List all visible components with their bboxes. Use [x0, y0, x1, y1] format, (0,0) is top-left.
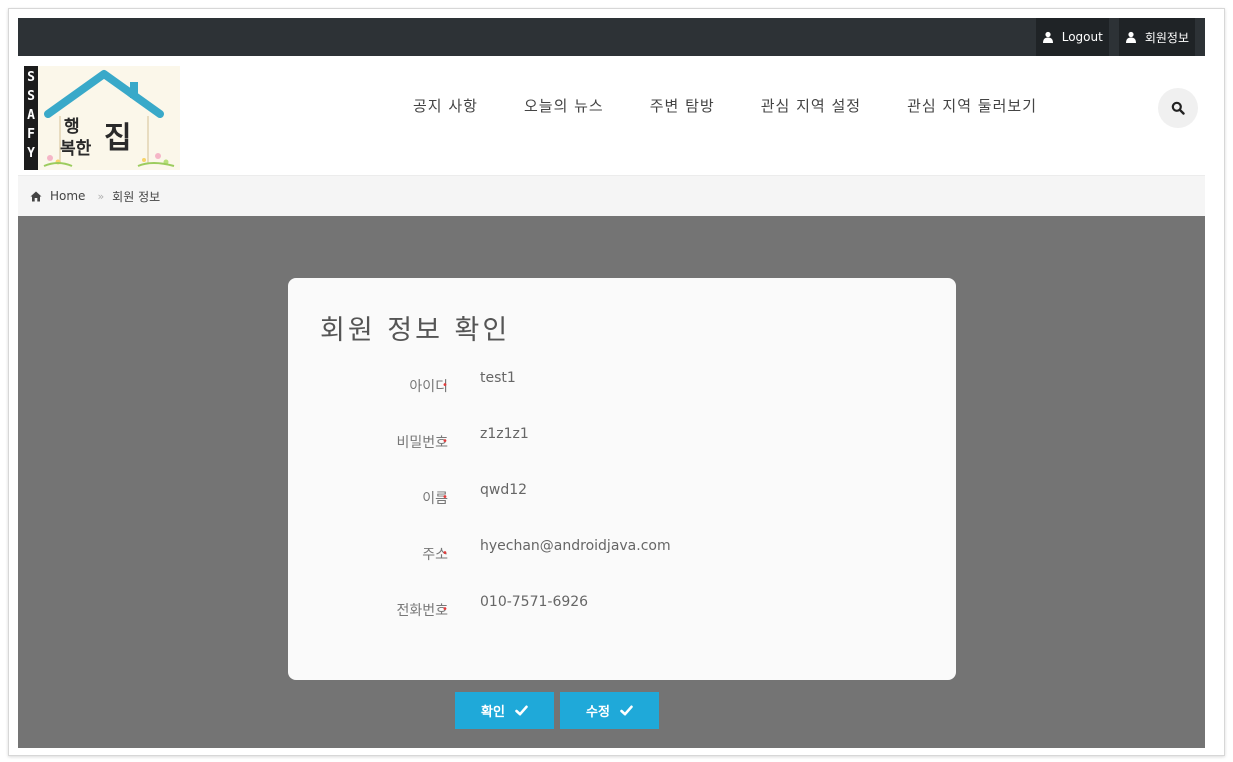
logout-label: Logout — [1061, 30, 1103, 44]
field-value: qwd12 — [480, 482, 528, 498]
breadcrumb-current: 회원 정보 — [112, 189, 161, 204]
breadcrumb: Home » 회원 정보 — [18, 176, 1205, 216]
brand-letter: A — [27, 108, 35, 123]
member-info-card: 회원 정보 확인 아이디 • test1 비밀번호 • z1z1z1 이름 • … — [288, 278, 956, 680]
home-icon — [30, 191, 42, 201]
field-value: hyechan@androidjava.com — [480, 538, 671, 554]
field-value: z1z1z1 — [480, 426, 529, 442]
field-row-password: 비밀번호 • z1z1z1 — [288, 426, 956, 456]
ssafy-brand-strip: S S A F Y — [24, 66, 38, 170]
nav-item-explore[interactable]: 주변 탐방 — [650, 95, 715, 116]
field-label: 전화번호 — [396, 603, 448, 619]
check-icon — [515, 705, 528, 716]
confirm-button-label: 확인 — [481, 705, 505, 720]
nav-item-news[interactable]: 오늘의 뉴스 — [524, 95, 604, 116]
field-label: 비밀번호 — [396, 435, 448, 451]
required-mark: • — [442, 436, 448, 447]
required-mark: • — [442, 604, 448, 615]
house-logo-image: 행 복한 집 — [38, 66, 180, 170]
member-info-link[interactable]: 회원정보 — [1118, 18, 1195, 56]
check-icon — [620, 705, 633, 716]
required-mark: • — [442, 492, 448, 503]
brand-letter: F — [27, 127, 35, 142]
search-icon — [1171, 101, 1185, 115]
nav-item-notice[interactable]: 공지 사항 — [413, 95, 478, 116]
house-text-big: 집 — [104, 121, 132, 156]
field-row-name: 이름 • qwd12 — [288, 482, 956, 512]
top-bar: Logout 회원정보 — [18, 18, 1205, 56]
house-text-line2: 복한 — [60, 139, 92, 159]
edit-button[interactable]: 수정 — [560, 692, 659, 729]
field-value: test1 — [480, 370, 516, 386]
breadcrumb-home[interactable]: Home — [30, 189, 85, 203]
content-area: 회원 정보 확인 아이디 • test1 비밀번호 • z1z1z1 이름 • … — [18, 216, 1205, 748]
house-text-line1: 행 — [64, 117, 80, 137]
header: S S A F Y 행 복한 집 공지 사항 오늘의 뉴스 주변 탐방 관심 지… — [18, 56, 1205, 176]
field-value: 010-7571-6926 — [480, 594, 589, 610]
user-icon — [1125, 31, 1136, 43]
required-mark: • — [442, 380, 448, 391]
brand-letter: Y — [27, 146, 35, 161]
field-row-phone: 전화번호 • 010-7571-6926 — [288, 594, 956, 624]
nav-item-interest-browse[interactable]: 관심 지역 둘러보기 — [907, 95, 1037, 116]
site-logo[interactable]: S S A F Y 행 복한 집 — [24, 66, 180, 170]
page-title: 회원 정보 확인 — [320, 315, 511, 346]
field-row-id: 아이디 • test1 — [288, 370, 956, 400]
main-nav: 공지 사항 오늘의 뉴스 주변 탐방 관심 지역 설정 관심 지역 둘러보기 — [413, 56, 1083, 154]
nav-item-interest-setting[interactable]: 관심 지역 설정 — [761, 95, 861, 116]
brand-letter: S — [27, 89, 35, 104]
edit-button-label: 수정 — [586, 705, 610, 720]
member-info-label: 회원정보 — [1144, 30, 1189, 45]
field-row-address: 주소 • hyechan@androidjava.com — [288, 538, 956, 568]
breadcrumb-separator: » — [97, 189, 105, 203]
action-buttons: 확인 수정 — [455, 692, 665, 729]
search-button[interactable] — [1158, 88, 1198, 128]
breadcrumb-home-label: Home — [50, 189, 86, 203]
required-mark: • — [442, 548, 448, 559]
logout-link[interactable]: Logout — [1035, 18, 1109, 56]
brand-letter: S — [27, 70, 35, 85]
top-links: Logout 회원정보 — [1026, 18, 1195, 56]
confirm-button[interactable]: 확인 — [455, 692, 554, 729]
user-icon — [1042, 31, 1053, 43]
